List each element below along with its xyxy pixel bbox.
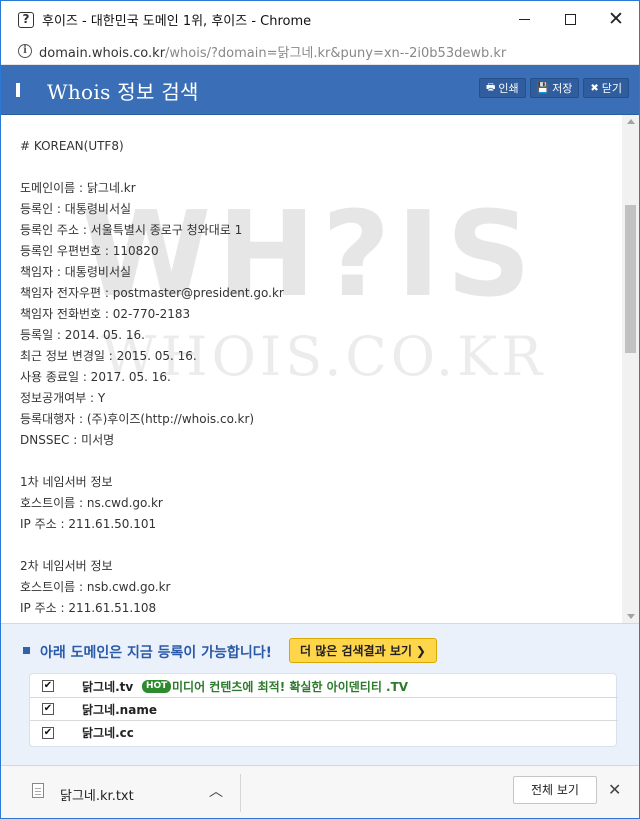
info-icon[interactable]: i	[18, 44, 32, 58]
whois-line: 등록인 : 대통령비서실	[20, 202, 132, 216]
promo-text: 미디어 컨텐츠에 최적! 확실한 아이덴티티 .TV	[172, 679, 409, 694]
close-window-button[interactable]: ✕	[593, 1, 639, 38]
domain-checkbox[interactable]: ✔	[42, 726, 54, 739]
browser-window: ? 후이즈 - 대한민국 도메인 1위, 후이즈 - Chrome ✕ i do…	[0, 0, 640, 819]
whois-line: 최근 정보 변경일 : 2015. 05. 16.	[20, 349, 197, 363]
scroll-up-arrow-icon[interactable]	[627, 119, 635, 124]
minimize-button[interactable]	[501, 1, 547, 38]
url-path: /whois/?domain=닭그네.kr&puny=xn--2i0b53dew…	[165, 45, 507, 61]
available-title: 아래 도메인은 지금 등록이 가능합니다!	[40, 645, 272, 661]
question-favicon-icon: ?	[18, 11, 34, 28]
close-button[interactable]: ✖ 닫기	[583, 78, 629, 98]
url-host: domain.whois.co.kr	[39, 45, 166, 61]
list-item[interactable]: ✔ 닭그네.cc	[30, 721, 618, 744]
maximize-button[interactable]	[547, 1, 593, 38]
scroll-thumb[interactable]	[625, 205, 636, 353]
square-bullet-icon	[23, 647, 30, 654]
window-title: 후이즈 - 대한민국 도메인 1위, 후이즈 - Chrome	[42, 14, 312, 29]
page-title: Whois 정보 검색	[47, 80, 199, 104]
text-file-icon	[32, 783, 44, 798]
header-actions: 🖶 인쇄 💾 저장 ✖ 닫기	[478, 78, 629, 98]
address-bar[interactable]: i domain.whois.co.kr/whois/?domain=닭그네.k…	[1, 38, 639, 65]
domain-checkbox[interactable]: ✔	[42, 680, 54, 692]
list-item[interactable]: ✔ 닭그네.name	[30, 698, 618, 721]
whois-line: 호스트이름 : nsb.cwd.go.kr	[20, 580, 171, 594]
whois-line: # KOREAN(UTF8)	[20, 139, 124, 153]
save-label: 저장	[552, 82, 573, 95]
more-results-label: 더 많은 검색결과 보기	[300, 644, 412, 658]
list-item[interactable]: ✔ 닭그네.tv HOT 미디어 컨텐츠에 최적! 확실한 아이덴티티 .TV	[30, 675, 618, 698]
whois-line: 사용 종료일 : 2017. 05. 16.	[20, 370, 171, 384]
whois-line: 1차 네임서버 정보	[20, 475, 113, 489]
domain-checkbox[interactable]: ✔	[42, 703, 54, 715]
chevron-up-icon[interactable]: ︿	[209, 781, 223, 801]
whois-result-panel: WH?IS WHOIS.CO.KR # KOREAN(UTF8) 도메인이름 : …	[1, 115, 639, 623]
whois-line: 책임자 전화번호 : 02-770-2183	[20, 307, 191, 321]
downloaded-file-name[interactable]: 닭그네.kr.txt	[60, 785, 134, 804]
header-bar-icon	[16, 83, 20, 97]
whois-line: IP 주소 : 211.61.50.101	[20, 517, 157, 531]
domain-name: 닭그네.name	[82, 702, 157, 717]
domain-list: ✔ 닭그네.tv HOT 미디어 컨텐츠에 최적! 확실한 아이덴티티 .TV …	[29, 673, 618, 747]
minimize-icon	[518, 19, 530, 20]
whois-line: IP 주소 : 211.61.51.108	[20, 601, 157, 615]
whois-line: 2차 네임서버 정보	[20, 559, 113, 573]
whois-line: 등록인 우편번호 : 110820	[20, 244, 159, 258]
maximize-icon	[564, 14, 576, 25]
domain-name: 닭그네.tv	[82, 679, 134, 694]
close-label: 닫기	[601, 82, 622, 95]
printer-icon: 🖶	[485, 81, 496, 93]
more-results-button[interactable]: 더 많은 검색결과 보기 ❯	[289, 638, 437, 663]
whois-line: 등록대행자 : (주)후이즈(http://whois.co.kr)	[20, 412, 255, 426]
chevron-right-icon: ❯	[415, 643, 426, 658]
whois-line: 정보공개여부 : Y	[20, 391, 106, 405]
download-bar: 닭그네.kr.txt ︿ 전체 보기 ✕	[1, 765, 639, 818]
print-button[interactable]: 🖶 인쇄	[478, 78, 526, 98]
close-icon: ✕	[608, 8, 624, 30]
save-icon: 💾	[536, 82, 550, 94]
close-download-bar-icon[interactable]: ✕	[608, 780, 621, 799]
whois-line: DNSSEC : 미서명	[20, 433, 115, 447]
whois-line: 책임자 전자우편 : postmaster@president.go.kr	[20, 286, 284, 300]
show-all-button[interactable]: 전체 보기	[513, 776, 597, 804]
whois-line: 등록인 주소 : 서울특별시 종로구 청와대로 1	[20, 223, 243, 237]
available-domains-section: 아래 도메인은 지금 등록이 가능합니다! 더 많은 검색결과 보기 ❯ ✔ 닭…	[1, 623, 639, 765]
whois-record-text: # KOREAN(UTF8) 도메인이름 : 닭그네.kr 등록인 : 대통령비서실…	[20, 136, 284, 619]
window-controls: ✕	[501, 1, 639, 38]
save-button[interactable]: 💾 저장	[529, 78, 580, 98]
whois-line: 호스트이름 : ns.cwd.go.kr	[20, 496, 163, 510]
vertical-scrollbar[interactable]	[622, 115, 639, 623]
domain-name: 닭그네.cc	[82, 726, 134, 740]
hot-badge: HOT	[142, 679, 172, 693]
download-divider	[240, 774, 241, 812]
print-label: 인쇄	[498, 82, 519, 95]
whois-line: 책임자 : 대통령비서실	[20, 265, 132, 279]
whois-line: 도메인이름 : 닭그네.kr	[20, 181, 136, 195]
title-bar: ? 후이즈 - 대한민국 도메인 1위, 후이즈 - Chrome ✕	[1, 1, 639, 38]
close-small-icon: ✖	[590, 82, 599, 94]
url-text[interactable]: domain.whois.co.kr/whois/?domain=닭그네.kr&…	[39, 42, 506, 61]
whois-line: 등록일 : 2014. 05. 16.	[20, 328, 145, 342]
scroll-down-arrow-icon[interactable]	[627, 614, 635, 619]
whois-header: Whois 정보 검색 🖶 인쇄 💾 저장 ✖ 닫기	[1, 65, 639, 115]
